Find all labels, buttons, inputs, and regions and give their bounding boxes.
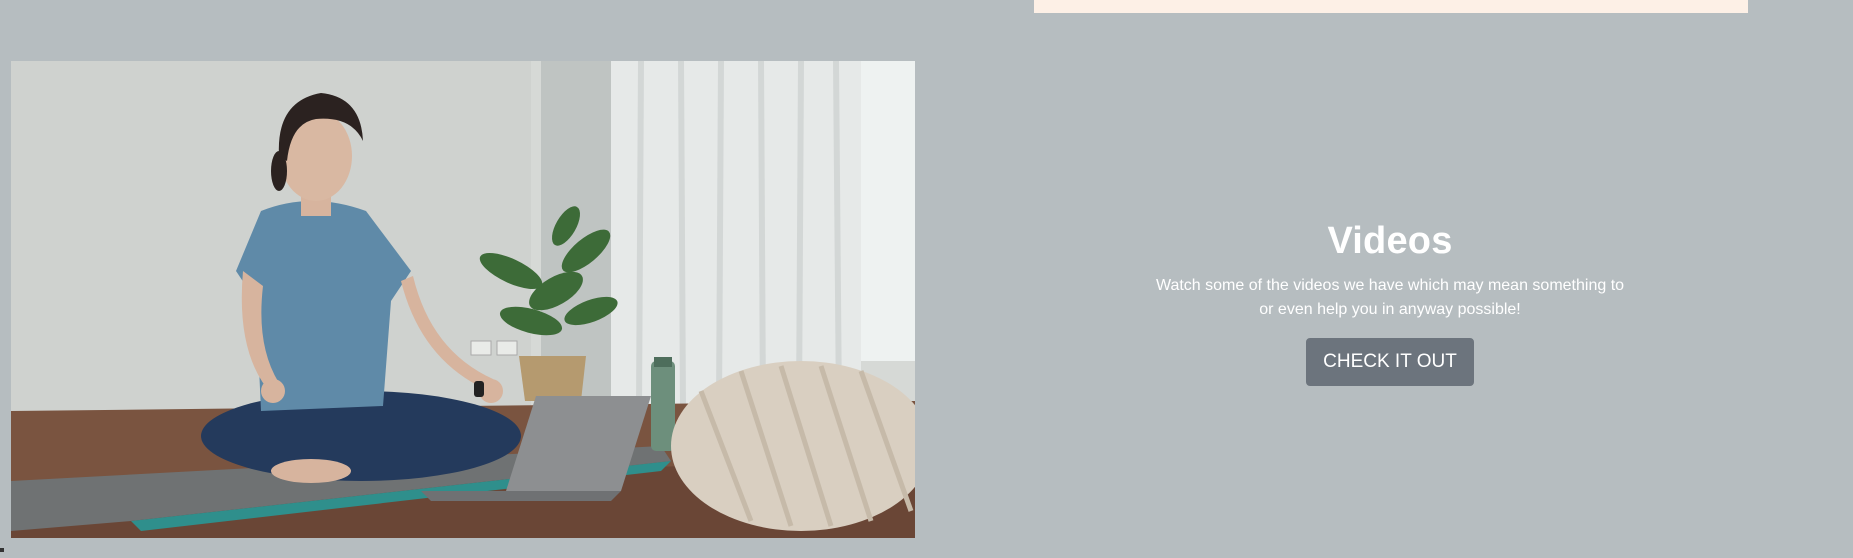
section-description: Watch some of the videos we have which m…	[1155, 277, 1625, 318]
videos-section: Videos Watch some of the videos we have …	[1140, 214, 1640, 386]
top-section-edge	[1034, 0, 1748, 13]
cursor-icon	[0, 548, 4, 552]
yoga-meditation-image	[11, 61, 915, 538]
check-it-out-button[interactable]: CHECK IT OUT	[1306, 338, 1474, 386]
section-title: Videos	[1327, 220, 1453, 262]
